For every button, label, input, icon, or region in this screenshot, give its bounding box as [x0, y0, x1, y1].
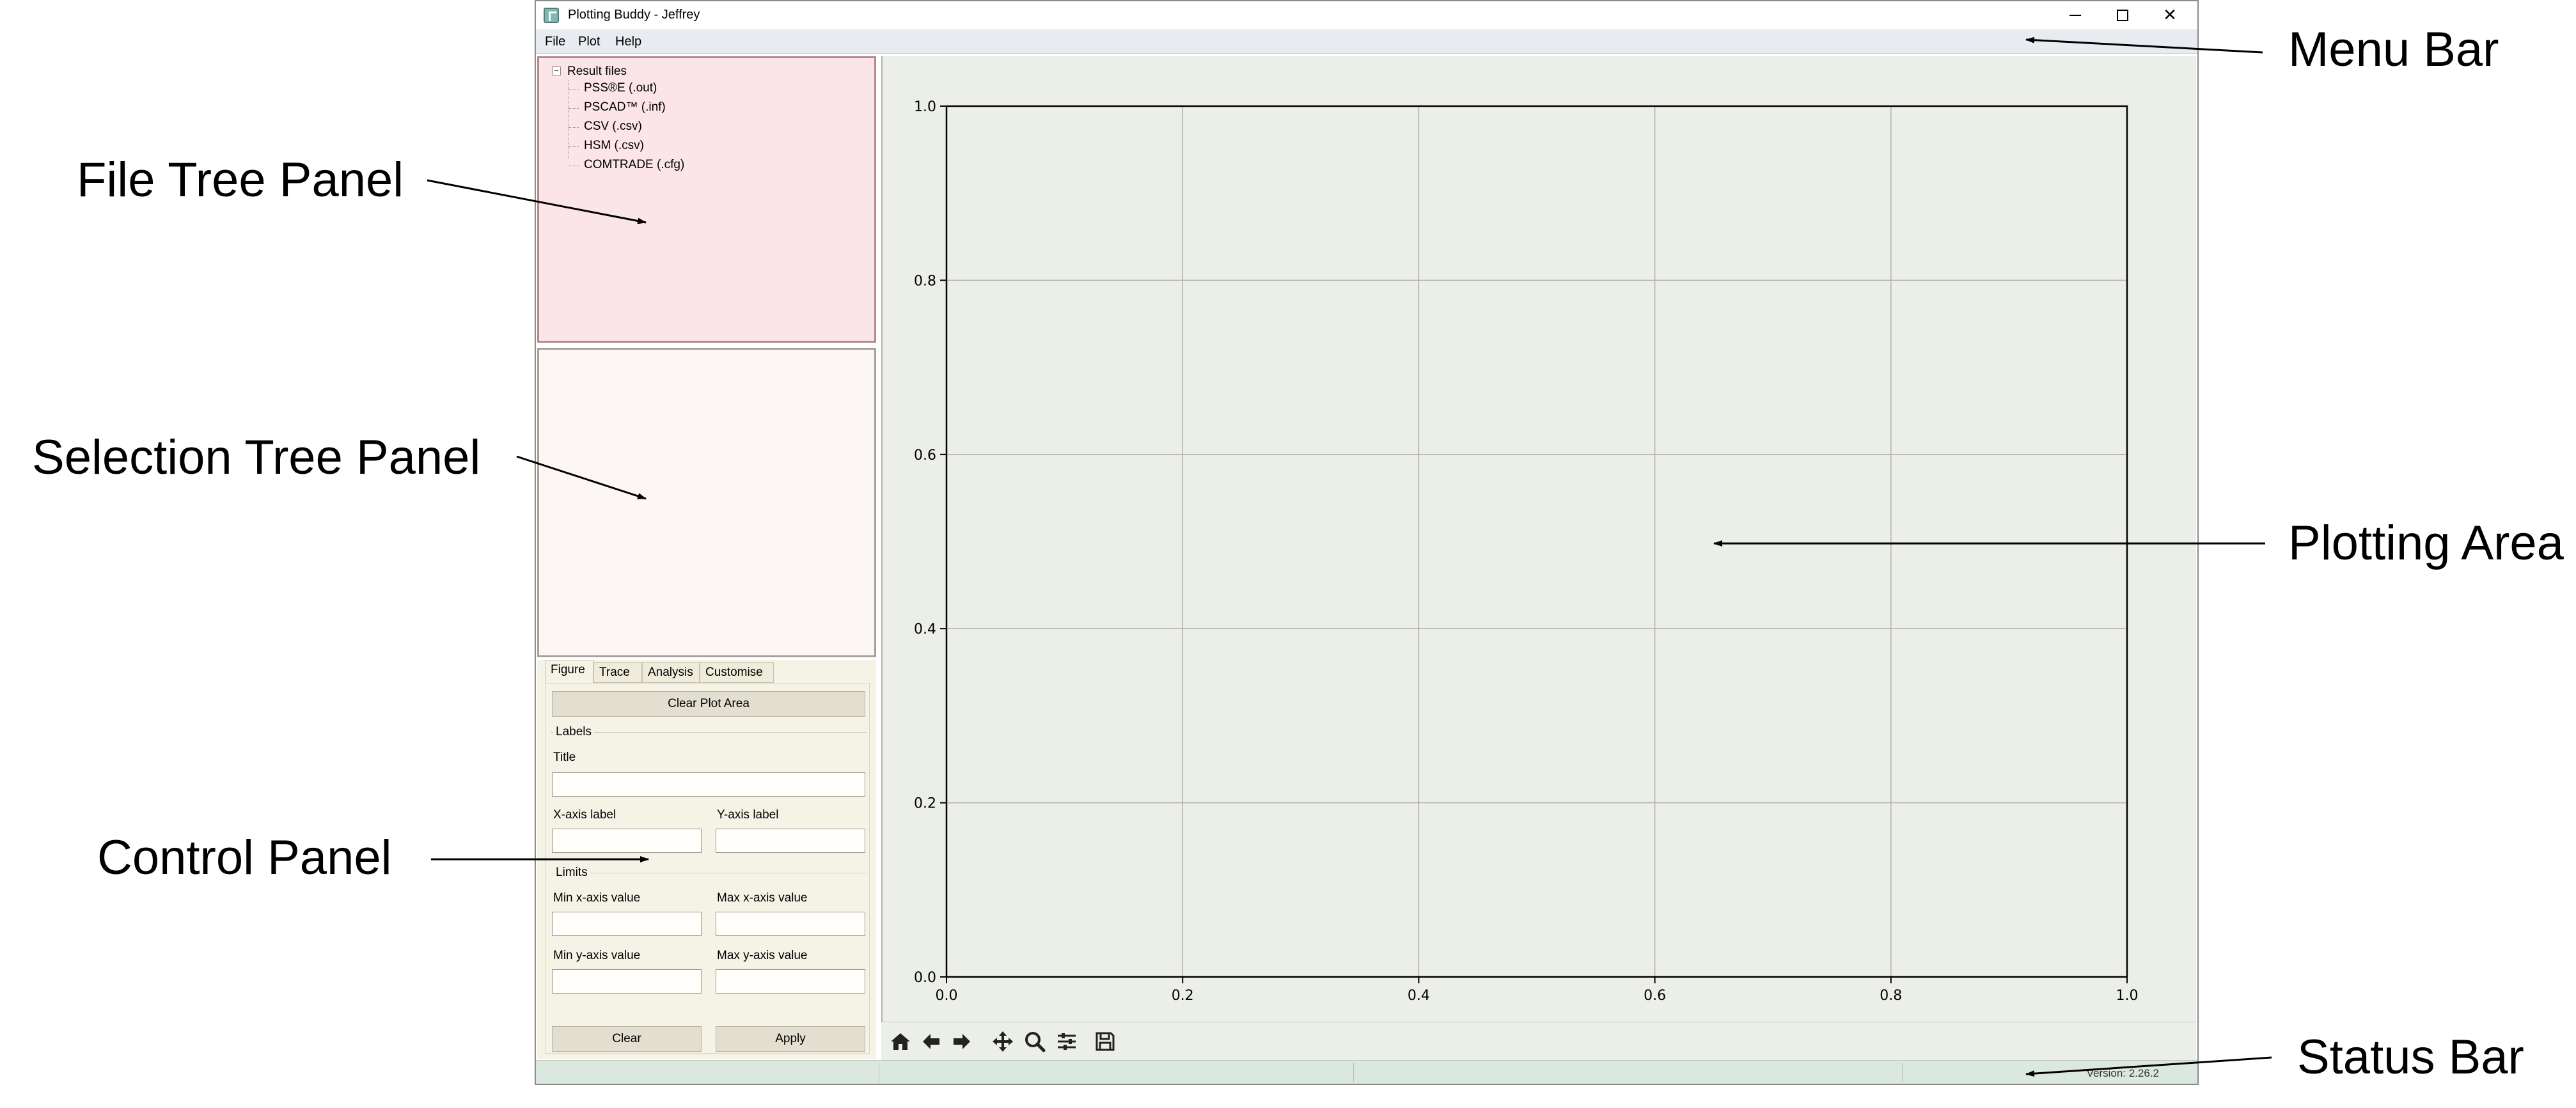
- window-title: Plotting Buddy - Jeffrey: [568, 8, 700, 22]
- pan-icon[interactable]: [990, 1029, 1016, 1054]
- min-x-label: Min x-axis value: [553, 891, 641, 905]
- tree-item-label: COMTRADE (.cfg): [584, 158, 685, 171]
- x-tick-label: 0.8: [1880, 988, 1902, 1004]
- collapse-icon[interactable]: −: [552, 66, 561, 75]
- tab-analysis[interactable]: Analysis: [642, 662, 700, 683]
- annotation-file-tree-panel: File Tree Panel: [77, 153, 404, 207]
- menu-file[interactable]: File: [545, 35, 565, 49]
- title-bar[interactable]: Plotting Buddy - Jeffrey ✕: [536, 1, 2197, 29]
- x-tick-label: 0.6: [1644, 988, 1666, 1004]
- annotation-status-bar: Status Bar: [2297, 1030, 2524, 1084]
- zoom-icon[interactable]: [1022, 1029, 1048, 1054]
- tab-trace[interactable]: Trace: [593, 662, 642, 683]
- tree-item-comtrade[interactable]: COMTRADE (.cfg): [569, 158, 684, 172]
- control-panel: Figure Trace Analysis Customise Clear Pl…: [537, 660, 876, 1059]
- plot-area[interactable]: 0.0 0.2 0.4 0.6 0.8 1.0 0.0 0.2 0.4 0.6 0.8 1.0: [881, 56, 2196, 1022]
- close-button[interactable]: ✕: [2146, 1, 2194, 29]
- axes-background: [946, 106, 2127, 977]
- minimize-button[interactable]: [2052, 1, 2099, 29]
- annotation-menu-bar: Menu Bar: [2288, 22, 2499, 77]
- y-tick-label: 1.0: [914, 99, 936, 115]
- x-axis-label: X-axis label: [553, 808, 617, 822]
- forward-arrow-icon[interactable]: [949, 1029, 975, 1054]
- tree-root-label: Result files: [567, 65, 627, 78]
- status-bar: Version: 2.26.2: [536, 1060, 2197, 1084]
- min-y-input[interactable]: [552, 969, 702, 994]
- y-tick-label: 0.8: [914, 273, 936, 289]
- figure-tab-body: Clear Plot Area Labels Title X-axis labe…: [545, 683, 870, 1054]
- max-y-label: Max y-axis value: [717, 949, 808, 962]
- max-x-label: Max x-axis value: [717, 891, 808, 905]
- selection-tree-panel[interactable]: [537, 348, 876, 657]
- labels-group-title: Labels: [553, 725, 594, 739]
- back-arrow-icon[interactable]: [918, 1029, 944, 1054]
- y-tick-label: 0.6: [914, 448, 936, 464]
- limits-group-title: Limits: [553, 866, 590, 880]
- tree-item-label: CSV (.csv): [584, 120, 642, 133]
- x-tick-label: 0.4: [1408, 988, 1430, 1004]
- tree-item-label: PSS®E (.out): [584, 81, 657, 95]
- maximize-button[interactable]: [2099, 1, 2146, 29]
- close-icon: ✕: [2163, 6, 2177, 25]
- menu-bar: File Plot Help: [536, 29, 2197, 54]
- clear-plot-area-button[interactable]: Clear Plot Area: [552, 691, 865, 717]
- plot-toolbar: [881, 1022, 2196, 1060]
- tab-figure[interactable]: Figure: [545, 660, 593, 683]
- version-text: Version: 2.26.2: [2086, 1067, 2159, 1079]
- save-icon[interactable]: [1092, 1029, 1118, 1054]
- max-y-input[interactable]: [716, 969, 865, 994]
- title-label: Title: [553, 751, 576, 764]
- x-axis-label-input[interactable]: [552, 829, 702, 853]
- status-divider: [1902, 1063, 1903, 1082]
- labels-group: Labels Title X-axis label Y-axis label: [551, 725, 867, 860]
- annotation-plotting-area: Plotting Area: [2288, 516, 2564, 570]
- y-tick-label: 0.0: [914, 970, 936, 986]
- tab-customise[interactable]: Customise: [700, 662, 774, 683]
- y-tick-label: 0.4: [914, 621, 936, 637]
- limits-group: Limits Min x-axis value Max x-axis value…: [551, 866, 867, 1001]
- app-window: Plotting Buddy - Jeffrey ✕ File Plot Hel…: [535, 0, 2199, 1085]
- app-logo-icon: [544, 8, 559, 23]
- maximize-icon: [2117, 10, 2128, 21]
- minimize-icon: [2069, 15, 2081, 16]
- file-tree-panel[interactable]: − Result files PSS®E (.out) PSCAD™ (.inf…: [537, 56, 876, 343]
- max-x-input[interactable]: [716, 912, 865, 936]
- y-axis-label: Y-axis label: [717, 808, 779, 822]
- annotation-control-panel: Control Panel: [97, 831, 392, 885]
- configure-subplots-icon[interactable]: [1054, 1029, 1080, 1054]
- menu-plot[interactable]: Plot: [578, 35, 600, 49]
- tree-item-csv[interactable]: CSV (.csv): [569, 120, 642, 134]
- apply-button[interactable]: Apply: [716, 1026, 865, 1052]
- clear-button[interactable]: Clear: [552, 1026, 702, 1052]
- tree-item-label: PSCAD™ (.inf): [584, 100, 666, 114]
- menu-help[interactable]: Help: [615, 35, 641, 49]
- plot-canvas[interactable]: 0.0 0.2 0.4 0.6 0.8 1.0 0.0 0.2 0.4 0.6 0.8 1.0: [883, 56, 2197, 1022]
- tree-item-hsm[interactable]: HSM (.csv): [569, 139, 644, 153]
- y-tick-label: 0.2: [914, 796, 936, 812]
- y-axis-label-input[interactable]: [716, 829, 865, 853]
- x-tick-label: 0.0: [936, 988, 958, 1004]
- status-divider: [1353, 1063, 1354, 1082]
- home-icon[interactable]: [888, 1029, 913, 1054]
- title-input[interactable]: [552, 772, 865, 797]
- tree-item-psse[interactable]: PSS®E (.out): [569, 81, 657, 95]
- tree-item-pscad[interactable]: PSCAD™ (.inf): [569, 100, 666, 114]
- x-tick-label: 0.2: [1172, 988, 1194, 1004]
- min-x-input[interactable]: [552, 912, 702, 936]
- annotation-selection-tree-panel: Selection Tree Panel: [32, 430, 481, 485]
- x-tick-label: 1.0: [2116, 988, 2139, 1004]
- tree-item-label: HSM (.csv): [584, 139, 644, 152]
- min-y-label: Min y-axis value: [553, 949, 641, 962]
